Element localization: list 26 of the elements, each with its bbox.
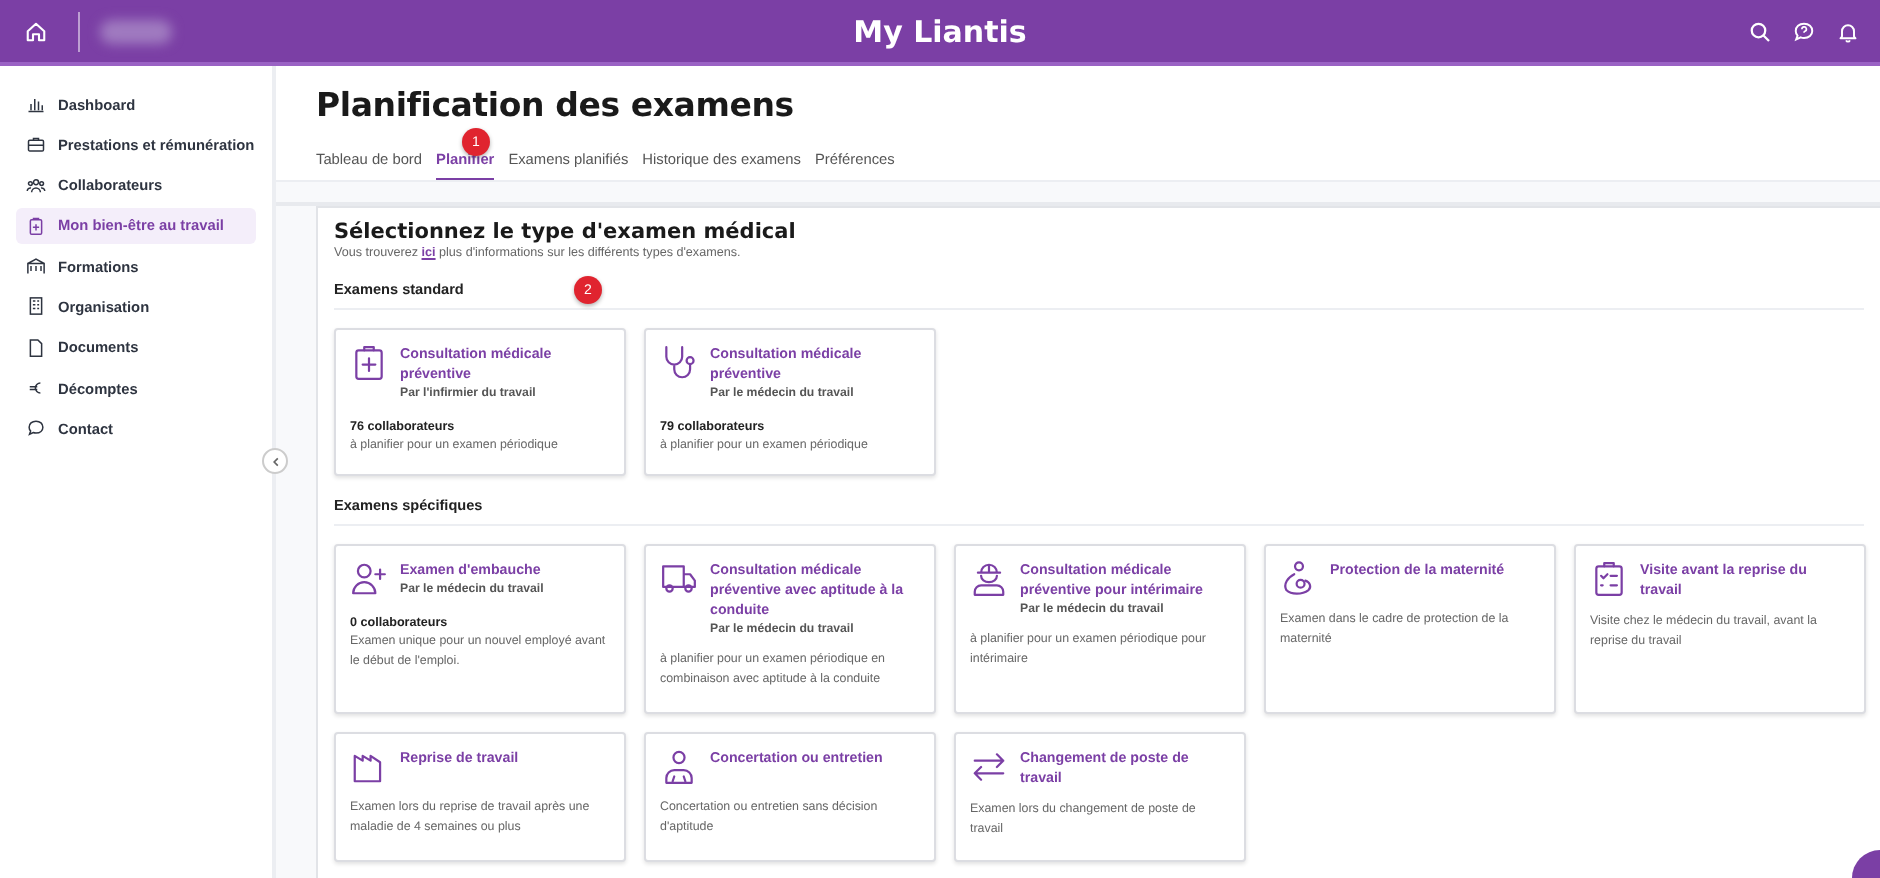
checklist-icon: [1590, 560, 1628, 598]
help-chat-icon[interactable]: [1792, 19, 1816, 43]
office-building-icon: [26, 296, 46, 317]
bar-chart-icon: [26, 94, 46, 114]
person-plus-icon: [350, 560, 388, 598]
document-icon: [26, 337, 46, 358]
app-title: My Liantis: [853, 13, 1027, 49]
people-icon: [26, 175, 46, 196]
consult-icon: [660, 748, 698, 786]
arrows-icon: [970, 748, 1008, 786]
stetho-icon: [660, 344, 698, 382]
bell-icon[interactable]: [1836, 19, 1860, 43]
blurred-logo: [100, 19, 172, 43]
home-icon[interactable]: [24, 19, 48, 43]
chat-bubble-icon: [26, 418, 46, 439]
clip-plus-icon: [350, 344, 388, 382]
search-icon[interactable]: [1748, 19, 1772, 43]
clipboard-icon: [26, 215, 46, 236]
truck-icon: [660, 560, 698, 598]
page-title: Planification des examens: [316, 86, 796, 124]
building-icon: [26, 256, 46, 277]
briefcase-icon: [26, 134, 46, 155]
panel-title: Sélectionnez le type d'examen médical: [334, 220, 798, 244]
collapse-button[interactable]: [262, 448, 288, 474]
chevron-left-icon: [269, 455, 281, 467]
worker-icon: [970, 560, 1008, 598]
